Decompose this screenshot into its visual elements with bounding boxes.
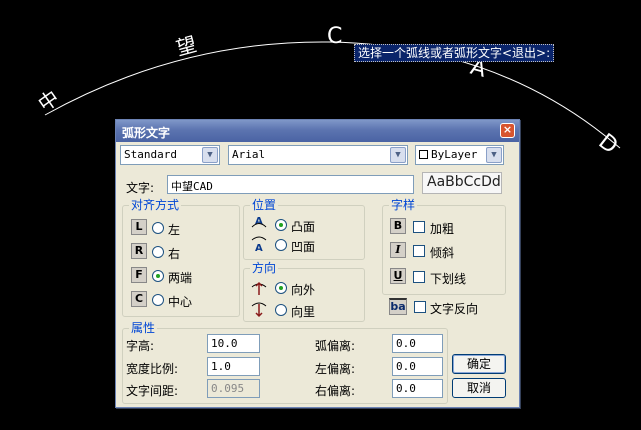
align-left-icon: L	[131, 219, 147, 235]
layer-select[interactable]: ByLayer ▼	[415, 145, 504, 165]
concave-icon: A	[251, 236, 267, 254]
align-center-radio[interactable]	[152, 294, 164, 306]
width-ratio-label: 宽度比例:	[126, 362, 179, 376]
align-group: 对齐方式 L 左 R 右 F 两端 C 中心	[122, 198, 240, 317]
reverse-text-icon: ba	[389, 298, 407, 315]
italic-checkbox[interactable]	[413, 245, 425, 257]
arc-char-2: 望	[173, 32, 199, 60]
align-group-title: 对齐方式	[129, 198, 182, 212]
arc-char-5: D	[594, 129, 623, 159]
right-offset-label: 右偏离:	[315, 384, 356, 398]
outward-label: 向外	[291, 283, 316, 297]
text-label: 文字:	[126, 181, 155, 195]
align-center-icon: C	[131, 291, 147, 307]
font-select[interactable]: Arial ▼	[228, 145, 408, 165]
convex-radio[interactable]	[275, 219, 287, 231]
position-group: 位置 A A 凸面 凹面	[243, 198, 365, 260]
text-height-label: 字高:	[126, 339, 155, 353]
direction-group-title: 方向	[250, 261, 279, 275]
bold-checkbox[interactable]	[413, 221, 425, 233]
chevron-down-icon[interactable]: ▼	[486, 147, 502, 163]
close-icon[interactable]: ×	[500, 123, 515, 138]
font-style-group-title: 字样	[389, 198, 418, 212]
align-fit-icon: F	[131, 267, 147, 283]
concave-label: 凹面	[291, 240, 316, 254]
bold-icon: B	[390, 218, 406, 234]
width-ratio-input[interactable]: 1.0	[207, 357, 260, 376]
outward-radio[interactable]	[275, 282, 287, 294]
italic-icon: I	[390, 242, 406, 258]
inward-radio[interactable]	[275, 304, 287, 316]
position-group-title: 位置	[250, 198, 279, 212]
font-select-value: Arial	[232, 148, 266, 161]
cancel-button[interactable]: 取消	[452, 378, 506, 398]
arc-char-3: C	[327, 24, 342, 49]
chevron-down-icon[interactable]: ▼	[390, 147, 406, 163]
align-fit-label: 两端	[168, 271, 193, 285]
ok-button[interactable]: 确定	[452, 354, 506, 374]
direction-group: 方向 向外 向里	[243, 261, 365, 322]
reverse-text-checkbox[interactable]	[414, 301, 426, 313]
align-left-label: 左	[168, 223, 181, 237]
bold-label: 加粗	[430, 222, 455, 236]
char-spacing-input: 0.095	[207, 379, 260, 398]
font-style-group: 字样 B 加粗 I 倾斜 U 下划线	[382, 198, 506, 295]
properties-group-title: 属性	[129, 321, 158, 335]
font-preview: AaBbCcDd	[422, 172, 502, 194]
left-offset-input[interactable]: 0.0	[392, 357, 443, 376]
dialog-title: 弧形文字	[122, 126, 171, 140]
underline-checkbox[interactable]	[413, 271, 425, 283]
align-fit-radio[interactable]	[152, 270, 164, 282]
style-select[interactable]: Standard ▼	[120, 145, 220, 165]
align-right-label: 右	[168, 247, 181, 261]
italic-label: 倾斜	[430, 246, 455, 260]
inward-label: 向里	[291, 305, 316, 319]
text-input[interactable]: 中望CAD	[167, 175, 414, 194]
convex-icon: A	[251, 216, 267, 228]
command-prompt: 选择一个弧线或者弧形文字<退出>:	[354, 44, 555, 62]
inward-icon	[251, 302, 267, 318]
arc-char-1: 中	[33, 85, 63, 116]
reverse-text-label: 文字反向	[430, 302, 479, 316]
underline-label: 下划线	[430, 272, 467, 286]
layer-select-value: ByLayer	[431, 148, 478, 161]
concave-radio[interactable]	[275, 239, 287, 251]
underline-icon: U	[390, 268, 406, 284]
svg-text:A: A	[255, 216, 263, 227]
align-right-radio[interactable]	[152, 246, 164, 258]
arc-offset-input[interactable]: 0.0	[392, 334, 443, 353]
layer-color-swatch	[419, 150, 428, 159]
svg-text:A: A	[255, 243, 263, 254]
dialog-titlebar[interactable]: 弧形文字 ×	[116, 120, 519, 142]
left-offset-label: 左偏离:	[315, 362, 356, 376]
text-height-input[interactable]: 10.0	[207, 334, 260, 353]
align-left-radio[interactable]	[152, 222, 164, 234]
outward-icon	[251, 281, 267, 295]
style-select-value: Standard	[124, 148, 177, 161]
convex-label: 凸面	[291, 220, 316, 234]
char-spacing-label: 文字间距:	[126, 384, 179, 398]
chevron-down-icon[interactable]: ▼	[202, 147, 218, 163]
arc-text-dialog: 弧形文字 × Standard ▼ Arial ▼ ByLayer ▼ 文字: …	[115, 119, 520, 408]
align-center-label: 中心	[168, 295, 193, 309]
arc-offset-label: 弧偏离:	[315, 339, 356, 353]
right-offset-input[interactable]: 0.0	[392, 379, 443, 398]
align-right-icon: R	[131, 243, 147, 259]
